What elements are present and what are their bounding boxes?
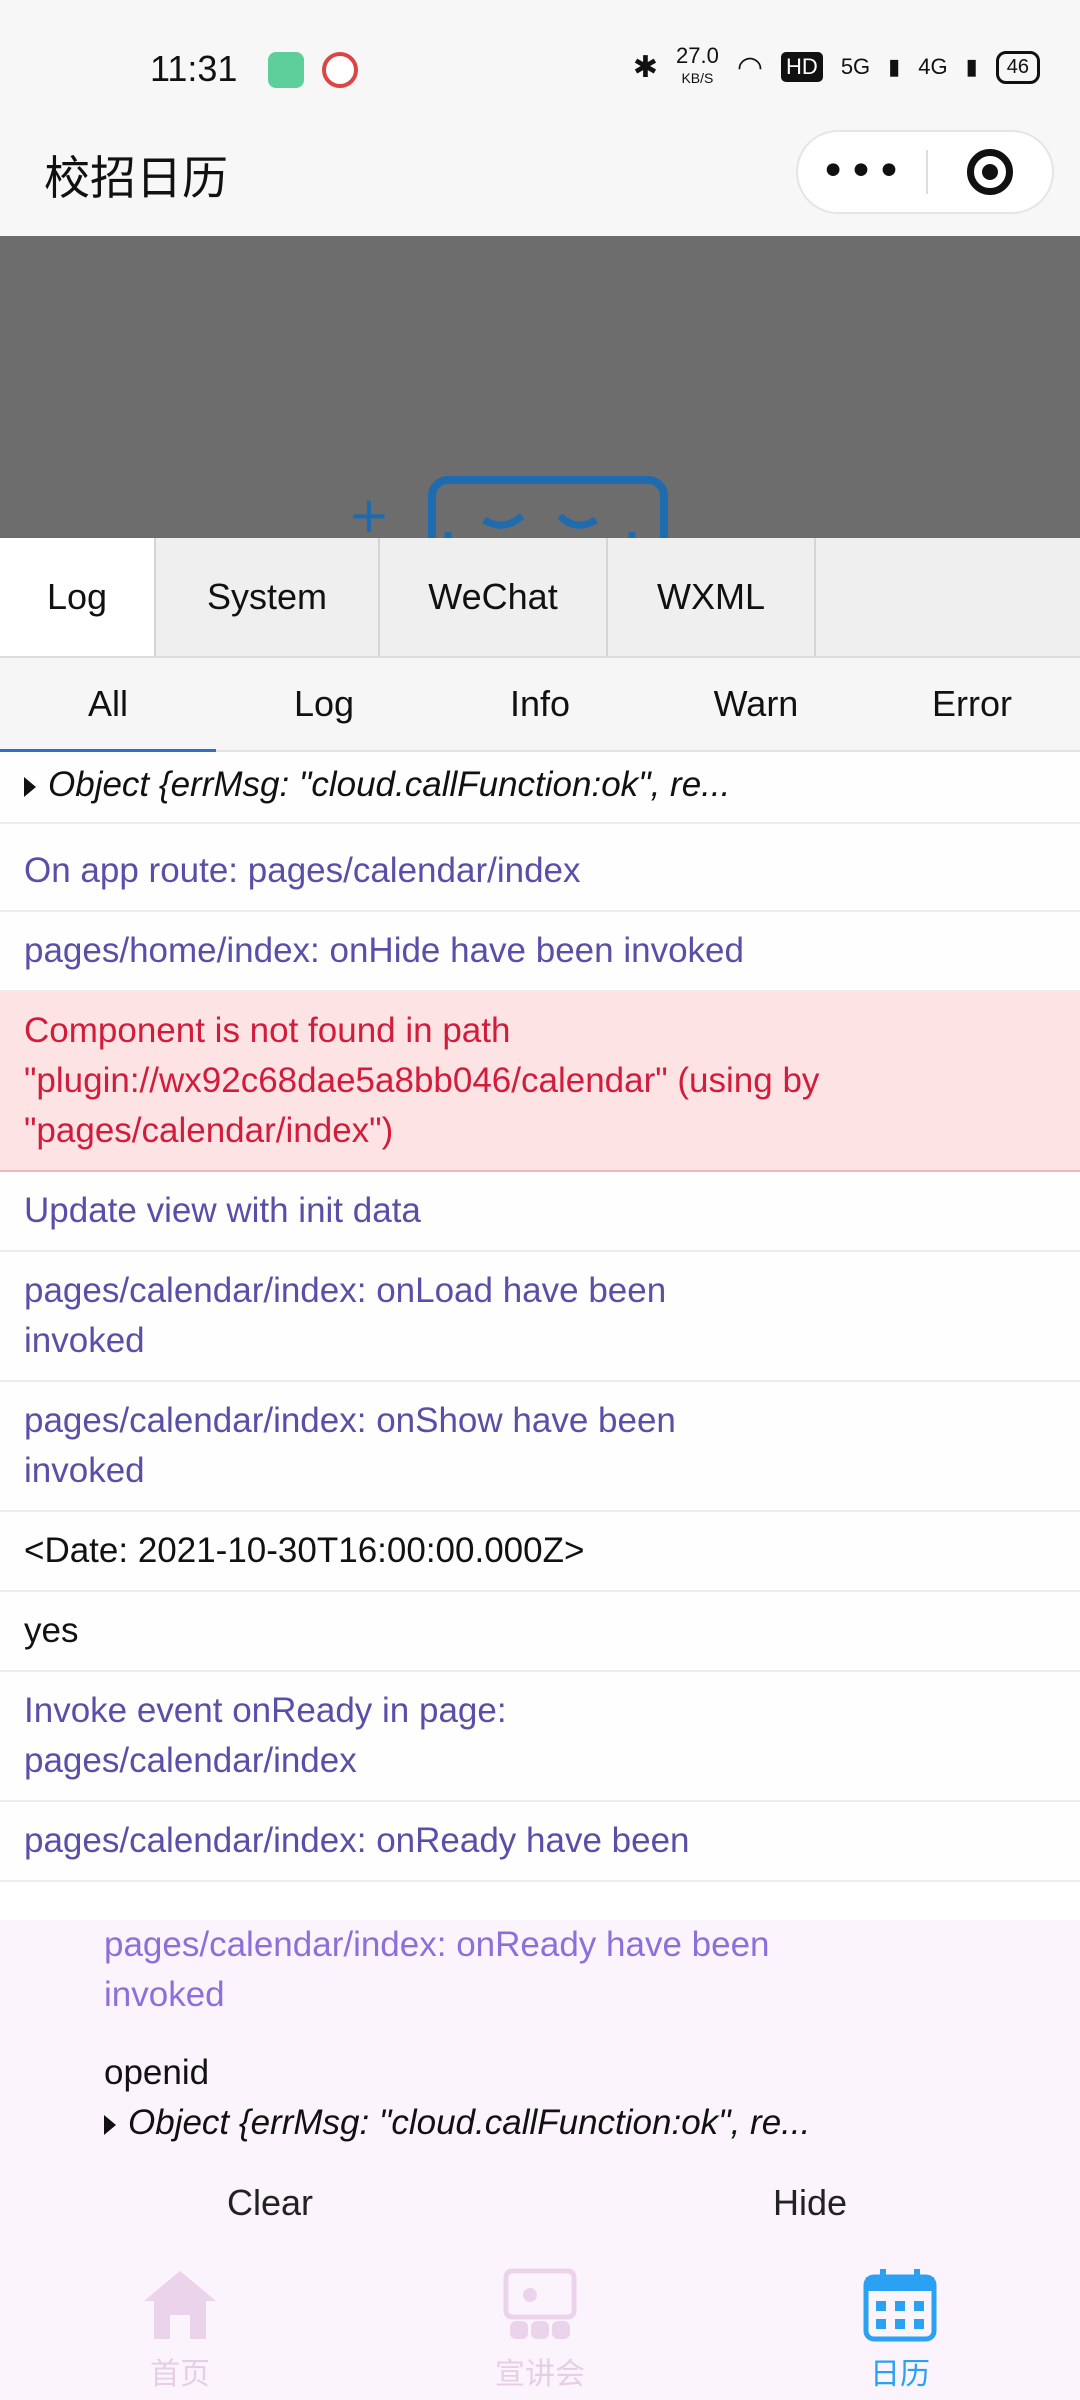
tabbar-label: 日历 [870,2357,930,2392]
expand-triangle-icon[interactable] [24,776,36,797]
hide-button[interactable]: Hide [540,2182,1080,2224]
mini-program-capsule: ••• [796,130,1054,214]
status-icons: ✱ 27.0 KB/S ◠ HD 5G ▮ 4G ▮ 46 [632,43,1040,88]
log-entry: openid [104,2053,210,2092]
hd-icon: HD [781,52,823,82]
tabbar-item-home[interactable]: 首页 [0,2260,360,2400]
nav-bar: 校招日历 ••• [0,130,1080,236]
log-entry: <Date: 2021-10-30T16:00:00.000Z> [0,1512,1080,1592]
expand-triangle-icon[interactable] [104,2114,116,2135]
page-title: 校招日历 [44,151,228,205]
filter-error[interactable]: Error [864,658,1080,750]
battery-icon: 46 [995,50,1040,84]
console-tabs: Log System WeChat WXML [0,538,1080,658]
tab-wxml[interactable]: WXML [608,538,816,656]
log-entry: pages/home/index: onHide have been invok… [0,912,1080,992]
tabbar-item-calendar[interactable]: 日历 [720,2260,1080,2400]
filter-log[interactable]: Log [216,658,432,750]
log-entry: pages/calendar/index: onReady have been [0,1802,1080,1882]
log-entry: pages/calendar/index: onShow have been i… [0,1382,1080,1512]
app-notification-icon [268,52,304,88]
filter-all[interactable]: All [0,658,216,752]
tab-wechat[interactable]: WeChat [380,538,608,656]
log-entry: pages/calendar/index: onLoad have been i… [0,1252,1080,1382]
record-target-icon[interactable] [928,149,1052,195]
log-entry[interactable]: Object {errMsg: "cloud.callFunction:ok",… [0,752,1080,824]
log-entry: yes [0,1592,1080,1672]
tabbar-item-presentation[interactable]: 宣讲会 [360,2260,720,2400]
signal-5g: 5G [840,54,871,79]
bottom-tab-bar: 首页 宣讲会 日历 [0,2260,1080,2400]
log-entry: pages/calendar/index: onReady have been … [104,1925,770,2014]
app-notification-icon [322,52,358,88]
status-time: 11:31 [150,48,238,89]
console-actions: Clear Hide [0,2182,1080,2224]
presentation-icon [503,2268,577,2339]
log-entry: Update view with init data [0,1172,1080,1252]
dimmed-page-area: + [0,236,1080,538]
signal-icon: ▮ [965,54,978,79]
tab-log[interactable]: Log [0,538,156,656]
bluetooth-icon: ✱ [632,50,659,84]
status-bar: 11:31 ✱ 27.0 KB/S ◠ HD 5G ▮ 4G ▮ 46 [0,0,1080,130]
tabbar-label: 首页 [150,2357,210,2392]
filter-warn[interactable]: Warn [648,658,864,750]
tabbar-label: 宣讲会 [495,2357,585,2392]
clear-button[interactable]: Clear [0,2182,540,2224]
wifi-icon: ◠ [736,50,764,84]
home-icon [144,2271,216,2339]
error-entry: Component is not found in path "plugin:/… [0,992,1080,1172]
log-entry[interactable]: Object {errMsg: "cloud.callFunction:ok",… [104,2098,810,2148]
log-list[interactable]: Object {errMsg: "cloud.callFunction:ok",… [0,752,1080,1920]
log-entry: On app route: pages/calendar/index [0,824,1080,912]
more-dots-icon[interactable]: ••• [798,142,926,202]
tab-system[interactable]: System [156,538,380,656]
empty-state-illustration: + [348,476,668,538]
log-level-filters: All Log Info Warn Error [0,658,1080,752]
log-entry: Invoke event onReady in page: pages/cale… [0,1672,1080,1802]
filter-info[interactable]: Info [432,658,648,750]
calendar-icon [863,2269,937,2342]
signal-icon: ▮ [888,54,901,79]
network-speed: 27.0 KB/S [676,43,719,87]
signal-4g: 4G [918,54,948,79]
svg-text:+: + [348,486,390,538]
